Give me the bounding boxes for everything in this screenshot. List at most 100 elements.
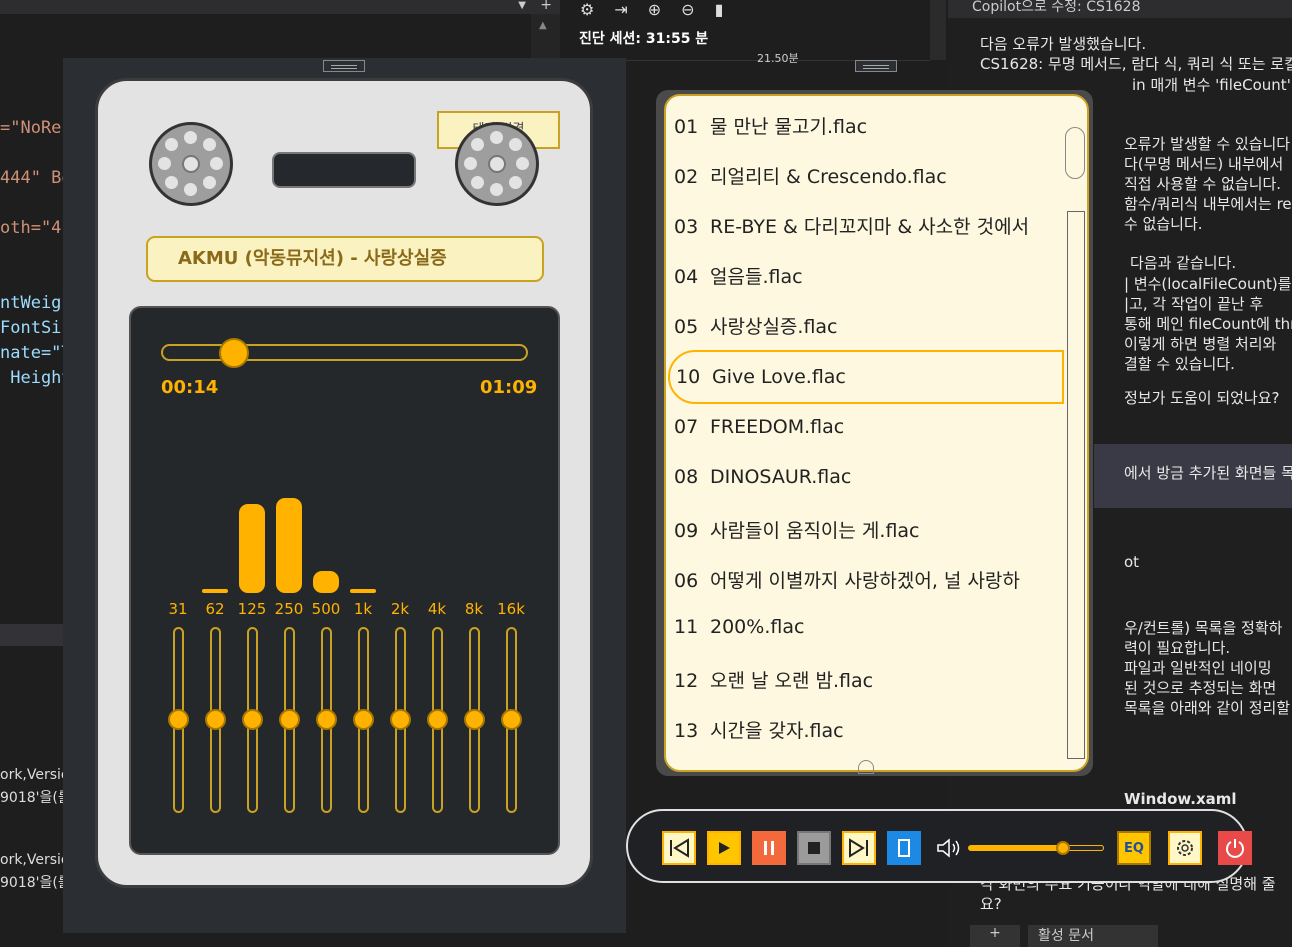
eq-band-slider-thumb[interactable] [390, 709, 411, 730]
previous-button[interactable] [662, 831, 696, 865]
playlist-item-title: 물 만난 물고기.flac [710, 116, 868, 138]
playlist-item-number: 06 [674, 570, 699, 592]
playlist-scrollbar[interactable] [1067, 211, 1085, 759]
playlist-item[interactable]: 13 시간을 갖자.flac [674, 716, 844, 752]
playlist-scroll-thumb[interactable] [1065, 127, 1085, 179]
left-reel-icon [149, 122, 233, 206]
eq-band-slider-thumb[interactable] [464, 709, 485, 730]
dropdown-caret-icon[interactable]: ▼ [518, 0, 526, 11]
next-button[interactable] [842, 831, 876, 865]
eq-band-label: 250 [274, 600, 304, 618]
eq-band-label: 62 [205, 600, 225, 618]
zoom-in-icon[interactable]: ⊕ [648, 0, 681, 19]
copilot-text-line: 수 없습니다. [1124, 215, 1203, 233]
power-icon [1226, 839, 1244, 858]
eq-band-label: 125 [237, 600, 267, 618]
eq-band-slider-thumb[interactable] [279, 709, 300, 730]
spectrum-bar [313, 571, 339, 593]
playlist-item-title: DINOSAUR.flac [710, 466, 852, 488]
eq-band-label: 2k [390, 600, 410, 618]
add-icon[interactable]: + [540, 0, 552, 13]
cassette-window [272, 152, 416, 188]
playlist-item[interactable]: 05 사랑상실증.flac [674, 312, 838, 348]
playlist-item[interactable]: 11 200%.flac [674, 616, 804, 652]
seek-slider[interactable] [161, 344, 528, 361]
mute-button[interactable] [932, 831, 966, 865]
eq-band-slider-thumb[interactable] [242, 709, 263, 730]
add-reference-button[interactable]: + [970, 925, 1020, 947]
eq-band-slider-thumb[interactable] [501, 709, 522, 730]
eq-button[interactable]: EQ [1117, 831, 1151, 865]
scroll-up-icon[interactable]: ▲ [539, 20, 547, 31]
code-line: oth="4" [0, 218, 72, 238]
playlist-item-number: 04 [674, 266, 699, 288]
playlist-bottom-handle[interactable] [858, 760, 874, 774]
copilot-text-line: 다음과 같습니다. [1130, 254, 1237, 272]
play-icon [719, 842, 730, 854]
resize-grip[interactable] [855, 60, 897, 72]
playlist-item[interactable]: 04 얼음들.flac [674, 262, 803, 298]
eq-band-slider-thumb[interactable] [427, 709, 448, 730]
settings-button[interactable] [1168, 831, 1202, 865]
code-line: 444" Bo [0, 168, 72, 188]
playlist-item-number: 08 [674, 466, 699, 488]
output-line: 9018'을(를 [0, 790, 71, 806]
power-button[interactable] [1218, 831, 1252, 865]
active-document-button[interactable]: 활성 문서 [1028, 925, 1158, 947]
eq-band-slider-thumb[interactable] [205, 709, 226, 730]
playlist-item[interactable]: 10 Give Love.flac [676, 366, 846, 402]
copilot-text-line: 직접 사용할 수 없습니다. [1124, 175, 1282, 193]
gear-icon[interactable]: ⚙ [580, 0, 614, 19]
copilot-text-line: in 매개 변수 'fileCount' [1132, 76, 1291, 94]
playlist-item-number: 01 [674, 116, 699, 138]
playlist-item-number: 09 [674, 520, 699, 542]
copilot-text-line: 다(무명 메서드) 내부에서 [1124, 155, 1284, 173]
playlist-item-number: 11 [674, 616, 699, 638]
right-reel-icon [455, 122, 539, 206]
pause-button[interactable] [752, 831, 786, 865]
eq-band-slider-thumb[interactable] [168, 709, 189, 730]
playlist-item-title: FREEDOM.flac [710, 416, 845, 438]
copilot-text-line: |고, 각 작업이 끝난 후 [1124, 295, 1264, 313]
playlist-item[interactable]: 08 DINOSAUR.flac [674, 466, 851, 502]
copilot-text-line: Window.xaml [1124, 790, 1237, 808]
playlist-item[interactable]: 12 오랜 날 오랜 밤.flac [674, 666, 873, 702]
playlist-toggle-button[interactable] [887, 831, 921, 865]
diagnostics-scrollbar[interactable] [930, 0, 946, 60]
playlist-item[interactable]: 07 FREEDOM.flac [674, 416, 844, 452]
timeline-tick: 21.50분 [757, 52, 799, 65]
next-icon [849, 838, 868, 858]
playlist-item[interactable]: 01 물 만난 물고기.flac [674, 112, 867, 148]
diagnostics-panel: ⚙⇥⊕⊖▮ 진단 세션: 31:55 분 21.50분 [565, 0, 930, 65]
eq-band-slider-thumb[interactable] [316, 709, 337, 730]
playlist-item[interactable]: 03 RE-BYE & 다리꼬지마 & 사소한 것에서 [674, 212, 1029, 248]
playlist-item[interactable]: 06 어떻게 이별까지 사랑하겠어, 널 사랑하 [674, 566, 1020, 602]
eq-band-slider-thumb[interactable] [353, 709, 374, 730]
chart-icon[interactable]: ▮ [715, 0, 744, 19]
copilot-text-line: 함수/쿼리식 내부에서는 re [1124, 195, 1292, 213]
stop-button[interactable] [797, 831, 831, 865]
copilot-text-line: 요? [980, 895, 1002, 913]
playlist-item-title: 어떻게 이별까지 사랑하겠어, 널 사랑하 [710, 570, 1020, 592]
diagnostics-toolbar: ⚙⇥⊕⊖▮ [580, 0, 743, 19]
copilot-text-line: 이렇게 하면 병렬 처리와 [1124, 335, 1277, 353]
code-line: ="NoRes [0, 118, 72, 138]
eq-band-label: 8k [464, 600, 484, 618]
export-icon[interactable]: ⇥ [614, 0, 647, 19]
zoom-out-icon[interactable]: ⊖ [681, 0, 714, 19]
copilot-text-line: | 변수(localFileCount)를 [1124, 275, 1292, 293]
copilot-text-line: 목록을 아래와 같이 정리할 [1124, 699, 1291, 717]
playlist-item[interactable]: 02 리얼리티 & Crescendo.flac [674, 162, 947, 198]
volume-slider[interactable] [968, 845, 1104, 851]
playlist-item-title: 얼음들.flac [710, 266, 803, 288]
playlist-item-number: 03 [674, 216, 699, 238]
copilot-text-line: ot [1124, 553, 1140, 571]
playlist-item-title: 사람들이 움직이는 게.flac [710, 520, 920, 542]
playlist-item[interactable]: 09 사람들이 움직이는 게.flac [674, 516, 920, 552]
copilot-text-line: CS1628: 무명 메서드, 람다 식, 쿼리 식 또는 로컬 [980, 55, 1292, 73]
playlist-item-number: 02 [674, 166, 699, 188]
resize-grip[interactable] [323, 60, 365, 72]
copilot-text-line: 에서 방금 추가된 화면들 목 [1124, 464, 1292, 482]
play-button[interactable] [707, 831, 741, 865]
playlist-item-number: 07 [674, 416, 699, 438]
